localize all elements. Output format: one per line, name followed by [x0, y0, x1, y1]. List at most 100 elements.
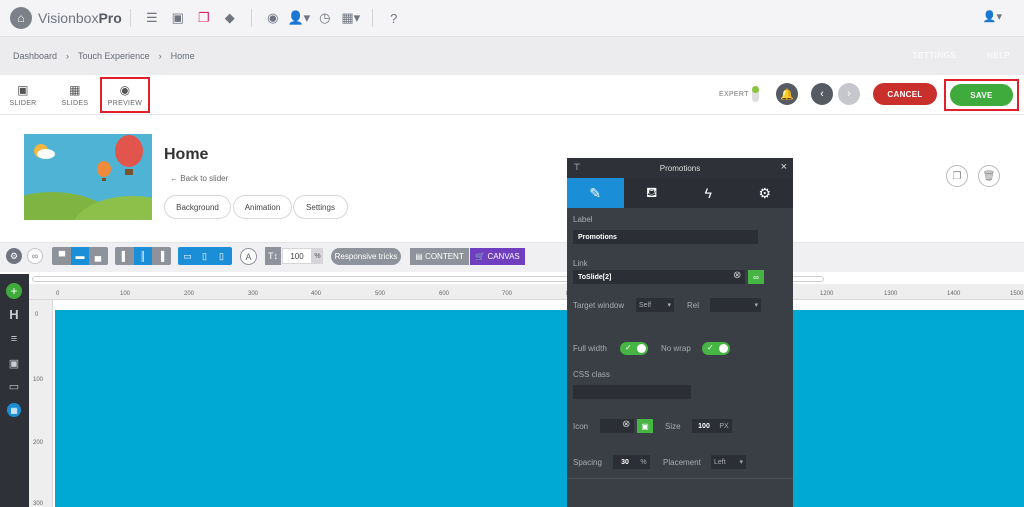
preview-highlight — [100, 77, 150, 113]
home-icon: ⌂ — [10, 7, 32, 29]
close-icon[interactable]: × — [781, 161, 787, 173]
tablet-icon[interactable]: ▯ — [196, 247, 213, 265]
link-icon[interactable]: ∞ — [748, 270, 764, 284]
full-width-toggle[interactable]: ✓ — [620, 342, 648, 355]
spacing-input[interactable]: 30 — [613, 455, 637, 469]
toggle-knob — [637, 344, 646, 353]
content-tab-label: CONTENT — [425, 252, 464, 261]
breadcrumb: Dashboard › Touch Experience › Home SETT… — [0, 37, 1024, 75]
image-icon[interactable]: ▣ — [4, 354, 24, 372]
style-tab[interactable]: ⛾ — [624, 178, 681, 208]
image-picker-icon[interactable]: ▣ — [637, 419, 653, 433]
no-wrap-toggle[interactable]: ✓ — [702, 342, 730, 355]
panel-header[interactable]: ⊤ Promotions × — [567, 158, 793, 178]
tab-settings[interactable]: Settings — [293, 195, 348, 219]
rel-select[interactable]: ▾ — [710, 298, 761, 312]
image-icon[interactable]: ▣ — [165, 5, 191, 31]
clear-icon[interactable]: ⊗ — [622, 419, 630, 430]
slider-tab[interactable]: ▣ SLIDER — [3, 83, 43, 107]
users-icon[interactable]: 👤▾ — [286, 5, 312, 31]
chevron-down-icon: ▾ — [739, 459, 743, 466]
breadcrumb-item[interactable]: Dashboard — [13, 51, 57, 61]
slide-canvas[interactable] — [55, 310, 1024, 507]
pin-icon[interactable]: ⊤ — [573, 162, 581, 173]
zoom-input[interactable]: 100 — [282, 248, 312, 264]
font-icon[interactable]: A — [240, 248, 257, 265]
edit-tab[interactable]: ✎ — [567, 178, 624, 208]
user-menu-icon[interactable]: 👤▾ — [983, 10, 1002, 23]
target-window-select[interactable]: Self ▾ — [636, 298, 674, 312]
align-top-icon[interactable]: ▀ — [53, 247, 71, 265]
ruler-tick: 1400 — [947, 291, 961, 297]
settings-link[interactable]: SETTINGS — [912, 51, 956, 60]
heading-icon[interactable]: H — [4, 305, 24, 323]
label-input[interactable]: Promotions — [573, 230, 758, 244]
trash-icon[interactable]: 🗑 — [978, 165, 1000, 187]
ruler-tick: 1200 — [820, 291, 834, 297]
list-icon[interactable]: ☰ — [139, 5, 165, 31]
breadcrumb-item: Home — [170, 51, 195, 61]
no-wrap-label: No wrap — [661, 344, 691, 353]
canvas-tab[interactable]: 🛒 CANVAS — [470, 248, 525, 265]
breadcrumb-item[interactable]: Touch Experience — [78, 51, 150, 61]
pencil-icon: ✎ — [589, 184, 602, 201]
align-right-icon[interactable]: ▐ — [152, 247, 170, 265]
gear-icon: ⚙ — [758, 184, 772, 201]
css-class-input[interactable] — [573, 385, 691, 399]
panel-tabs: ✎ ⛾ ϟ ⚙ — [567, 178, 793, 208]
full-width-label: Full width — [573, 344, 607, 353]
placement-select[interactable]: Left ▾ — [711, 455, 746, 469]
help-icon[interactable]: ? — [381, 5, 407, 31]
tab-background[interactable]: Background — [164, 195, 231, 219]
tab-animation[interactable]: Animation — [233, 195, 292, 219]
actions-tab[interactable]: ϟ — [680, 178, 737, 208]
size-input[interactable]: 100 — [692, 419, 716, 433]
align-center-icon[interactable]: ║ — [134, 247, 152, 265]
desktop-icon[interactable]: ▭ — [179, 247, 196, 265]
align-middle-icon[interactable]: ▬ — [71, 247, 89, 265]
clear-icon[interactable]: ⊗ — [733, 270, 741, 281]
prev-slide-button[interactable]: ‹ — [811, 83, 833, 105]
eye-icon[interactable]: ◉ — [260, 5, 286, 31]
editor-toolbar — [0, 75, 1024, 115]
clock-icon[interactable]: ◷ — [312, 5, 338, 31]
image-icon: ▣ — [17, 83, 29, 97]
cube-icon[interactable]: ◆ — [217, 5, 243, 31]
back-to-slider-label: Back to slider — [180, 174, 229, 183]
text-icon[interactable]: ≡ — [4, 330, 24, 348]
text-size-icon[interactable]: T↕ — [265, 247, 281, 265]
next-slide-button[interactable]: › — [838, 83, 860, 105]
ruler-tick: 1500 — [1010, 291, 1024, 297]
help-link[interactable]: HELP — [987, 51, 1010, 60]
logo-text: VisionboxPro — [38, 10, 122, 26]
link-icon[interactable]: ∞ — [27, 248, 43, 264]
placement-value: Left — [714, 458, 726, 466]
cancel-button[interactable]: CANCEL — [873, 83, 937, 105]
gear-icon[interactable]: ⚙ — [6, 248, 22, 264]
arrow-left-icon: ← — [170, 174, 181, 183]
align-bottom-icon[interactable]: ▄ — [89, 247, 107, 265]
check-icon: ✓ — [707, 343, 714, 352]
panel-title: Promotions — [659, 163, 701, 173]
logo[interactable]: ⌂ VisionboxPro — [10, 7, 122, 29]
ruler-tick: 300 — [248, 291, 259, 297]
back-to-slider-link[interactable]: ← Back to slider — [170, 174, 228, 183]
responsive-tricks-button[interactable]: Responsive tricks — [331, 248, 401, 265]
add-icon[interactable]: + — [4, 282, 24, 300]
content-tab[interactable]: ▤ CONTENT — [410, 248, 469, 265]
settings-tab[interactable]: ⚙ — [737, 178, 794, 208]
expert-toggle[interactable] — [752, 86, 759, 102]
bell-icon[interactable]: 🔔 — [776, 83, 798, 105]
layout-icon[interactable]: ▦ — [4, 401, 24, 419]
mobile-icon[interactable]: ▯ — [213, 247, 230, 265]
duplicate-icon[interactable]: ❐ — [946, 165, 968, 187]
align-left-icon[interactable]: ▌ — [116, 247, 134, 265]
size-label: Size — [665, 422, 681, 431]
slides-tab[interactable]: ▦ SLIDES — [55, 83, 95, 107]
link-input[interactable]: ToSlide[2] — [573, 270, 745, 284]
paint-bucket-icon: ⛾ — [646, 183, 658, 200]
button-icon[interactable]: ▭ — [4, 377, 24, 395]
grid-icon[interactable]: ▦▾ — [338, 5, 364, 31]
slide-thumbnail — [24, 134, 152, 220]
slides-icon[interactable]: ❐ — [191, 5, 217, 31]
